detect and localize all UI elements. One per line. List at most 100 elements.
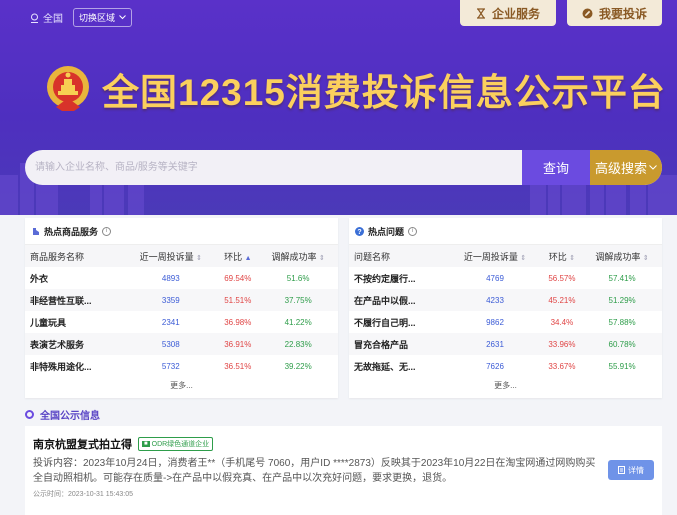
hot-products-table: 商品服务名称 近一周投诉量 ⇕ 环比 ▲ 调解成功率 ⇕ 外衣 4893 69.54… bbox=[25, 245, 338, 377]
table-row[interactable]: 非经营性互联... 3359 51.51% 37.75% bbox=[25, 289, 338, 311]
row-count: 7626 bbox=[486, 361, 504, 371]
notice-card: 南京杭盟复式拍立得 ■ ODR绿色通道企业 投诉内容：2023年10月24日，消… bbox=[25, 426, 662, 515]
row-count: 3359 bbox=[161, 295, 180, 305]
notice-card-header: 南京杭盟复式拍立得 ■ ODR绿色通道企业 bbox=[33, 436, 214, 452]
hot-issues-panel: ? 热点问题 i 问题名称 近一周投诉量 ⇕ 环比 ⇕ 调解成功率 ⇕ 不按约定… bbox=[349, 218, 662, 398]
column-header-ratio[interactable]: 环比 ▲ bbox=[217, 245, 259, 267]
target-dot-icon bbox=[25, 410, 34, 419]
column-header-ratio[interactable]: 环比 ⇕ bbox=[541, 245, 583, 267]
info-icon[interactable]: i bbox=[102, 226, 112, 236]
more-link[interactable]: 更多... bbox=[349, 377, 662, 395]
column-header-label: 近一周投诉量 bbox=[463, 251, 518, 262]
hot-issues-table: 问题名称 近一周投诉量 ⇕ 环比 ⇕ 调解成功率 ⇕ 不按约定履行... 4769… bbox=[349, 245, 662, 377]
column-header: 问题名称 bbox=[349, 245, 449, 267]
query-button[interactable]: 查询 bbox=[522, 150, 590, 185]
row-count: 2631 bbox=[486, 339, 504, 349]
location-pin-icon bbox=[31, 13, 38, 23]
sort-icon: ⇕ bbox=[196, 254, 202, 262]
column-header-rate[interactable]: 调解成功率 ⇕ bbox=[258, 245, 338, 267]
table-row[interactable]: 不按约定履行... 4769 56.57% 57.41% bbox=[349, 267, 662, 289]
merchant-name[interactable]: 南京杭盟复式拍立得 bbox=[33, 436, 132, 452]
column-header-count[interactable]: 近一周投诉量 ⇕ bbox=[124, 245, 218, 267]
odr-badge-icon: ■ bbox=[142, 441, 150, 447]
row-name: 冒充合格产品 bbox=[354, 339, 409, 350]
row-ratio: 45.21% bbox=[548, 295, 576, 305]
detail-button[interactable]: 详情 bbox=[608, 460, 654, 480]
row-rate: 60.78% bbox=[608, 339, 636, 349]
location-label: 全国 bbox=[43, 14, 63, 25]
hero-banner: 全国 切换区域 企业服务 我要投诉 全国12315消费投诉信息公示平台 查询 bbox=[0, 0, 677, 215]
advanced-search-label: 高级搜索 bbox=[594, 161, 647, 176]
table-row[interactable]: 不履行自己明... 9862 34.4% 57.88% bbox=[349, 311, 662, 333]
table-row[interactable]: 表演艺术服务 5308 36.91% 22.83% bbox=[25, 333, 338, 355]
switch-region-label: 切换区域 bbox=[79, 13, 116, 23]
hot-products-title: 热点商品服务 bbox=[44, 226, 99, 237]
row-count: 2341 bbox=[161, 317, 180, 327]
notices-title-label: 全国公示信息 bbox=[40, 411, 100, 422]
building-icon bbox=[32, 227, 39, 235]
row-ratio: 36.51% bbox=[224, 361, 252, 371]
row-rate: 57.88% bbox=[608, 317, 636, 327]
row-name: 在产品中以假... bbox=[354, 295, 416, 306]
chevron-down-icon bbox=[649, 165, 657, 170]
sort-icon: ⇕ bbox=[569, 254, 576, 262]
advanced-search-button[interactable]: 高级搜索 bbox=[590, 150, 662, 185]
row-rate: 39.22% bbox=[284, 361, 312, 371]
column-header-label: 近一周投诉量 bbox=[139, 251, 194, 262]
publish-time: 公示时间：2023-10-31 15:43:05 bbox=[33, 491, 133, 498]
row-count: 4893 bbox=[161, 273, 180, 283]
table-row[interactable]: 在产品中以假... 4233 45.21% 51.29% bbox=[349, 289, 662, 311]
column-header: 商品服务名称 bbox=[25, 245, 125, 267]
document-icon bbox=[618, 466, 625, 474]
row-ratio: 34.4% bbox=[550, 317, 574, 327]
site-title: 全国12315消费投诉信息公示平台 bbox=[102, 72, 666, 113]
row-ratio: 69.54% bbox=[224, 273, 252, 283]
table-row[interactable]: 非特殊用途化... 5732 36.51% 39.22% bbox=[25, 355, 338, 377]
complain-label: 我要投诉 bbox=[598, 6, 647, 21]
svg-text:?: ? bbox=[357, 229, 361, 236]
row-rate: 51.29% bbox=[608, 295, 636, 305]
info-icon[interactable]: i bbox=[408, 226, 418, 236]
row-count: 4769 bbox=[486, 273, 504, 283]
table-row[interactable]: 儿童玩具 2341 36.98% 41.22% bbox=[25, 311, 338, 333]
chevron-down-icon bbox=[119, 15, 126, 20]
search-bar: 查询 高级搜索 bbox=[25, 150, 662, 185]
column-header-label: 调解成功率 bbox=[271, 251, 317, 262]
row-ratio: 33.67% bbox=[548, 361, 576, 371]
row-count: 5308 bbox=[161, 339, 180, 349]
row-rate: 51.6% bbox=[286, 273, 310, 283]
location-selector[interactable]: 全国 切换区域 bbox=[30, 8, 133, 27]
row-count: 9862 bbox=[486, 317, 504, 327]
hot-issues-title: 热点问题 bbox=[368, 226, 405, 237]
edit-icon bbox=[582, 8, 593, 18]
switch-region-button[interactable]: 切换区域 bbox=[73, 8, 133, 27]
row-ratio: 36.98% bbox=[224, 317, 252, 327]
row-rate: 37.75% bbox=[284, 295, 312, 305]
search-input[interactable] bbox=[25, 150, 522, 185]
row-ratio: 51.51% bbox=[224, 295, 252, 305]
row-name: 非特殊用途化... bbox=[30, 361, 92, 372]
top-bar: 全国 切换区域 企业服务 我要投诉 bbox=[0, 0, 677, 30]
row-count: 5732 bbox=[161, 361, 180, 371]
row-ratio: 56.57% bbox=[548, 273, 576, 283]
odr-badge-label: ODR绿色通道企业 bbox=[151, 441, 210, 448]
question-icon: ? bbox=[355, 226, 364, 236]
table-row[interactable]: 外衣 4893 69.54% 51.6% bbox=[25, 267, 338, 289]
enterprise-service-button[interactable]: 企业服务 bbox=[460, 0, 556, 26]
table-row[interactable]: 冒充合格产品 2631 33.96% 60.78% bbox=[349, 333, 662, 355]
column-header-count[interactable]: 近一周投诉量 ⇕ bbox=[448, 245, 542, 267]
row-name: 非经营性互联... bbox=[30, 295, 92, 306]
row-ratio: 36.91% bbox=[224, 339, 252, 349]
row-name: 不履行自己明... bbox=[354, 317, 416, 328]
row-rate: 41.22% bbox=[284, 317, 312, 327]
row-rate: 55.91% bbox=[608, 361, 636, 371]
column-header-rate[interactable]: 调解成功率 ⇕ bbox=[582, 245, 662, 267]
odr-badge: ■ ODR绿色通道企业 bbox=[138, 437, 214, 451]
row-ratio: 33.96% bbox=[548, 339, 576, 349]
complain-button[interactable]: 我要投诉 bbox=[567, 0, 662, 26]
detail-label: 详情 bbox=[628, 465, 644, 475]
sort-icon: ⇕ bbox=[642, 254, 649, 262]
sort-icon: ⇕ bbox=[318, 254, 325, 262]
more-link[interactable]: 更多... bbox=[25, 377, 338, 395]
table-row[interactable]: 无故拖延、无... 7626 33.67% 55.91% bbox=[349, 355, 662, 377]
